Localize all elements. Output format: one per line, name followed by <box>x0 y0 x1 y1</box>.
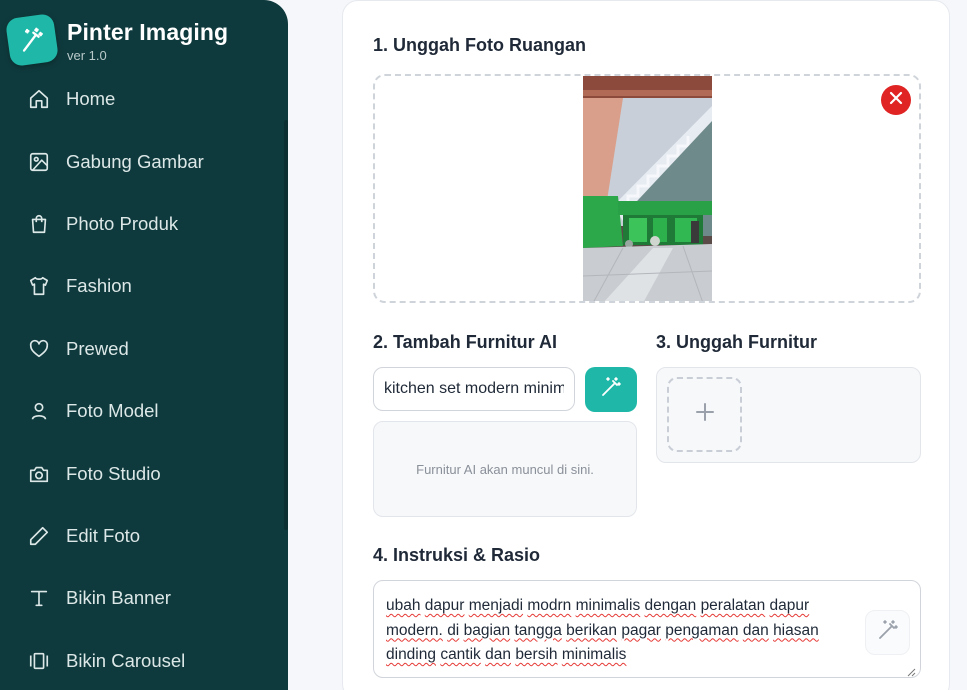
section-title-instructions: 4. Instruksi & Rasio <box>373 545 541 565</box>
instruction-textarea[interactable]: ubah dapur menjadi modrn minimalis denga… <box>373 580 921 678</box>
room-photo-preview <box>583 76 712 301</box>
camera-icon <box>27 462 51 486</box>
sidebar-nav: Home Gabung Gambar Photo Produk Fashion … <box>0 68 288 690</box>
ai-furniture-placeholder-text: Furnitur AI akan muncul di sini. <box>416 461 594 477</box>
carousel-icon <box>27 649 51 673</box>
sidebar-item-label: Edit Foto <box>66 524 141 546</box>
text-icon <box>27 586 51 610</box>
sidebar-item-label: Photo Produk <box>66 212 179 234</box>
instruction-word: minimalis <box>575 597 641 614</box>
instruction-word: pagar <box>621 621 661 639</box>
instruction-word: modrn <box>527 597 572 614</box>
shirt-icon <box>27 274 51 298</box>
sidebar-item-label: Home <box>66 88 116 110</box>
magic-wand-icon <box>4 12 60 68</box>
sidebar-item-foto-studio[interactable]: Foto Studio <box>0 442 288 504</box>
instruction-word: di <box>447 621 460 639</box>
heart-icon <box>27 337 51 361</box>
sidebar-item-gabung-gambar[interactable]: Gabung Gambar <box>0 130 288 192</box>
pencil-icon <box>27 524 51 548</box>
instruction-word: tangga <box>514 621 562 639</box>
home-icon <box>27 87 51 111</box>
instruction-word: dapur <box>424 597 465 614</box>
ai-furniture-input[interactable] <box>373 367 575 411</box>
enhance-prompt-button[interactable] <box>865 610 910 655</box>
instruction-word: dan <box>485 646 511 663</box>
app-version: ver 1.0 <box>67 48 107 63</box>
instruction-word: dapur <box>769 597 810 614</box>
instruction-word: dinding <box>386 646 436 663</box>
instruction-word: cantik <box>440 646 481 663</box>
furniture-upload-panel <box>656 367 921 463</box>
instruction-word: pengaman <box>665 621 739 639</box>
sidebar-item-prewed[interactable]: Prewed <box>0 318 288 380</box>
instruction-word: minimalis <box>561 646 627 663</box>
instruction-word: ubah <box>386 597 421 614</box>
sidebar-item-label: Bikin Carousel <box>66 649 186 671</box>
magic-wand-icon <box>876 618 900 647</box>
instruction-word: menjadi <box>468 597 524 614</box>
section-title-upload-furniture: 3. Unggah Furnitur <box>656 332 817 352</box>
plus-icon <box>695 402 715 427</box>
user-icon <box>27 399 51 423</box>
sidebar-item-bikin-banner[interactable]: Bikin Banner <box>0 567 288 629</box>
sidebar-item-foto-model[interactable]: Foto Model <box>0 380 288 442</box>
close-icon <box>889 91 903 110</box>
generate-furniture-button[interactable] <box>585 367 637 412</box>
instruction-word: dengan <box>644 597 697 614</box>
instruction-word: hiasan <box>773 621 819 639</box>
textarea-resize-handle[interactable] <box>906 664 916 677</box>
sidebar-item-label: Foto Model <box>66 400 159 422</box>
section-title-upload-room: 1. Unggah Foto Ruangan <box>373 35 586 55</box>
sidebar: Pinter Imaging ver 1.0 Home Gabung Gamba… <box>0 0 288 690</box>
add-furniture-button[interactable] <box>667 377 742 452</box>
image-icon <box>27 150 51 174</box>
room-photo-dropzone[interactable] <box>373 74 921 303</box>
instruction-word: bersih <box>515 646 558 663</box>
sidebar-item-bikin-carousel[interactable]: Bikin Carousel <box>0 630 288 690</box>
instruction-word: peralatan <box>700 597 766 614</box>
brand: Pinter Imaging ver 1.0 <box>4 12 229 68</box>
section-title-ai-furniture: 2. Tambah Furnitur AI <box>373 332 558 352</box>
sidebar-item-label: Prewed <box>66 337 129 359</box>
sidebar-item-label: Bikin Banner <box>66 587 171 609</box>
sidebar-item-fashion[interactable]: Fashion <box>0 255 288 317</box>
sidebar-item-label: Fashion <box>66 275 132 297</box>
instruction-word: bagian <box>463 621 511 639</box>
sidebar-item-photo-produk[interactable]: Photo Produk <box>0 193 288 255</box>
sidebar-item-edit-foto[interactable]: Edit Foto <box>0 505 288 567</box>
instruction-word: dan <box>742 621 769 639</box>
sidebar-item-label: Gabung Gambar <box>66 150 204 172</box>
instruction-word: modern. <box>386 621 443 639</box>
main-card: 1. Unggah Foto Ruangan 2. Tambah Furnitu… <box>342 0 950 690</box>
remove-photo-button[interactable] <box>881 85 911 115</box>
instruction-word: berikan <box>566 621 618 639</box>
shopping-bag-icon <box>27 212 51 236</box>
sidebar-item-label: Foto Studio <box>66 462 161 484</box>
ai-furniture-results: Furnitur AI akan muncul di sini. <box>373 421 637 517</box>
app-title: Pinter Imaging <box>67 19 229 45</box>
magic-wand-icon <box>599 375 623 404</box>
sidebar-item-home[interactable]: Home <box>0 68 288 130</box>
